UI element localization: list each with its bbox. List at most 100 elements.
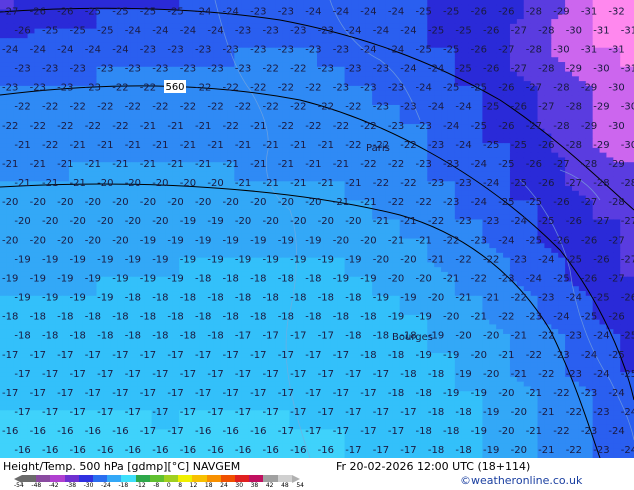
color-cell xyxy=(241,38,249,44)
color-cell xyxy=(89,219,98,225)
color-cell xyxy=(392,138,401,144)
color-cell xyxy=(34,257,42,263)
color-cell xyxy=(62,190,70,197)
color-cell xyxy=(89,19,98,25)
color-cell xyxy=(227,0,235,6)
color-cell xyxy=(103,14,111,20)
color-cell xyxy=(544,171,552,178)
color-cell xyxy=(117,147,125,154)
color-cell xyxy=(241,4,249,11)
color-cell xyxy=(351,81,359,87)
color-cell xyxy=(186,233,194,240)
color-cell xyxy=(268,243,277,249)
color-cell xyxy=(89,133,98,139)
color-cell xyxy=(551,0,559,6)
color-cell xyxy=(34,224,42,230)
color-cell xyxy=(172,224,180,230)
color-cell xyxy=(55,229,63,235)
color-cell xyxy=(110,76,118,82)
color-cell xyxy=(6,171,15,178)
color-cell xyxy=(571,243,580,249)
color-cell xyxy=(62,147,70,154)
color-cell xyxy=(392,152,401,159)
color-cell xyxy=(365,104,373,111)
color-cell xyxy=(0,214,8,221)
color-cell xyxy=(358,133,366,139)
color-cell xyxy=(103,157,111,163)
color-cell xyxy=(503,229,511,235)
color-cell xyxy=(130,205,139,211)
color-cell xyxy=(434,0,442,6)
color-cell xyxy=(310,219,318,225)
color-cell xyxy=(6,262,15,268)
color-cell xyxy=(613,114,621,120)
color-cell xyxy=(0,229,8,235)
color-cell xyxy=(103,209,111,216)
color-cell xyxy=(254,23,263,30)
color-cell xyxy=(62,38,70,44)
color-cell xyxy=(41,95,49,101)
color-cell xyxy=(0,224,8,230)
color-cell xyxy=(530,57,539,63)
color-cell xyxy=(434,128,442,135)
color-cell xyxy=(365,224,373,230)
color-cell xyxy=(296,243,304,249)
color-cell xyxy=(310,76,318,82)
color-cell xyxy=(144,62,153,68)
color-cell xyxy=(220,95,229,101)
color-cell xyxy=(516,90,525,97)
color-cell xyxy=(241,233,249,240)
color-cell xyxy=(503,66,511,73)
color-cell xyxy=(68,248,77,254)
color-cell xyxy=(475,38,483,44)
color-cell xyxy=(6,104,15,111)
color-cell xyxy=(186,95,194,101)
color-cell xyxy=(330,133,339,139)
color-cell xyxy=(523,95,532,101)
color-cell xyxy=(151,171,160,178)
color-cell xyxy=(323,19,332,25)
color-cell xyxy=(482,76,490,82)
color-cell xyxy=(34,114,42,120)
color-cell xyxy=(454,0,463,6)
color-cell xyxy=(551,19,559,25)
color-cell xyxy=(227,71,235,77)
color-cell xyxy=(199,181,208,187)
color-cell xyxy=(489,19,497,25)
color-cell xyxy=(199,224,208,230)
color-cell xyxy=(447,0,456,6)
color-cell xyxy=(365,176,373,182)
color-cell xyxy=(34,171,42,178)
color-cell xyxy=(627,76,634,82)
color-cell xyxy=(110,133,118,139)
color-cell xyxy=(599,90,608,97)
color-cell xyxy=(461,119,470,125)
color-cell xyxy=(489,209,497,216)
color-cell xyxy=(454,152,463,159)
color-cell xyxy=(199,19,208,25)
color-cell xyxy=(509,76,518,82)
color-cell xyxy=(103,205,111,211)
color-cell xyxy=(392,33,401,39)
color-cell xyxy=(317,76,325,82)
color-cell xyxy=(268,157,277,163)
color-cell xyxy=(213,190,222,197)
color-cell xyxy=(599,124,608,130)
color-cell xyxy=(172,133,180,139)
color-cell xyxy=(213,47,222,54)
color-cell xyxy=(62,28,70,34)
color-cell xyxy=(296,190,304,197)
color-cell xyxy=(461,205,470,211)
color-cell xyxy=(144,262,153,268)
color-cell xyxy=(172,248,180,254)
color-cell xyxy=(268,229,277,235)
color-cell xyxy=(89,71,98,77)
color-cell xyxy=(475,62,483,68)
color-cell xyxy=(606,19,614,25)
color-cell xyxy=(413,76,421,82)
color-cell xyxy=(516,9,525,15)
color-cell xyxy=(351,128,359,135)
color-cell xyxy=(310,57,318,63)
color-cell xyxy=(392,186,401,192)
color-cell xyxy=(613,209,621,216)
